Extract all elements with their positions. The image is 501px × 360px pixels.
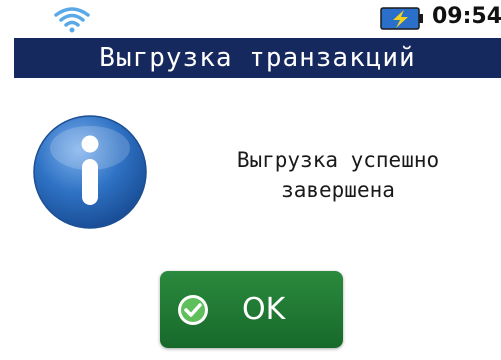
title-bar: Выгрузка транзакций [14, 38, 501, 78]
page-title: Выгрузка транзакций [99, 43, 416, 73]
status-message: Выгрузка успешно завершена [188, 145, 488, 205]
status-bar: 09:54 [0, 0, 501, 37]
status-time: 09:54 [432, 4, 501, 29]
message-line-2: завершена [281, 178, 395, 202]
message-line-1: Выгрузка успешно [236, 148, 440, 172]
wifi-icon [54, 7, 90, 33]
info-icon [33, 115, 147, 229]
screen: 09:54 Выгрузка транзакций Выгрузка успеш… [0, 0, 501, 360]
ok-button-label: OK [242, 292, 286, 327]
ok-button[interactable]: OK [160, 271, 343, 348]
battery-charging-icon [380, 7, 423, 30]
check-icon [178, 295, 208, 325]
